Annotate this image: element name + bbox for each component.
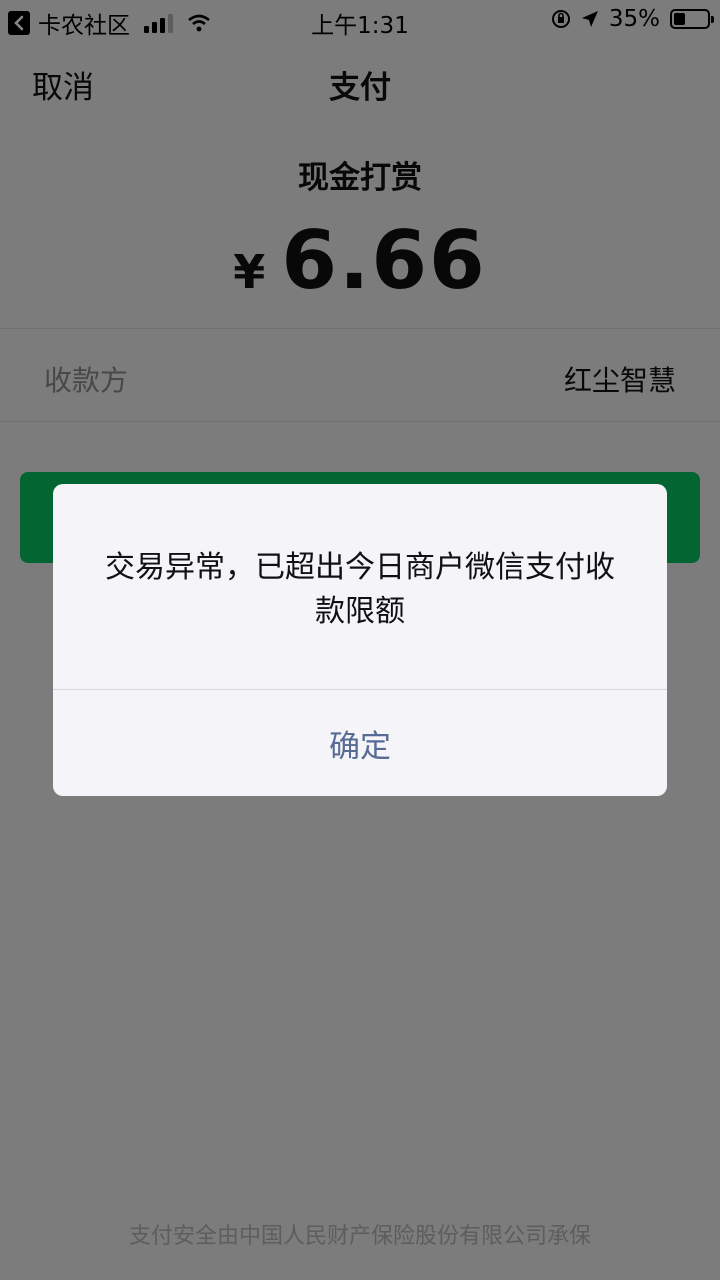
confirm-button[interactable]: 确定 (53, 690, 667, 796)
alert-message: 交易异常，已超出今日商户微信支付收款限额 (105, 550, 615, 629)
alert-dialog: 交易异常，已超出今日商户微信支付收款限额 确定 (53, 484, 667, 796)
